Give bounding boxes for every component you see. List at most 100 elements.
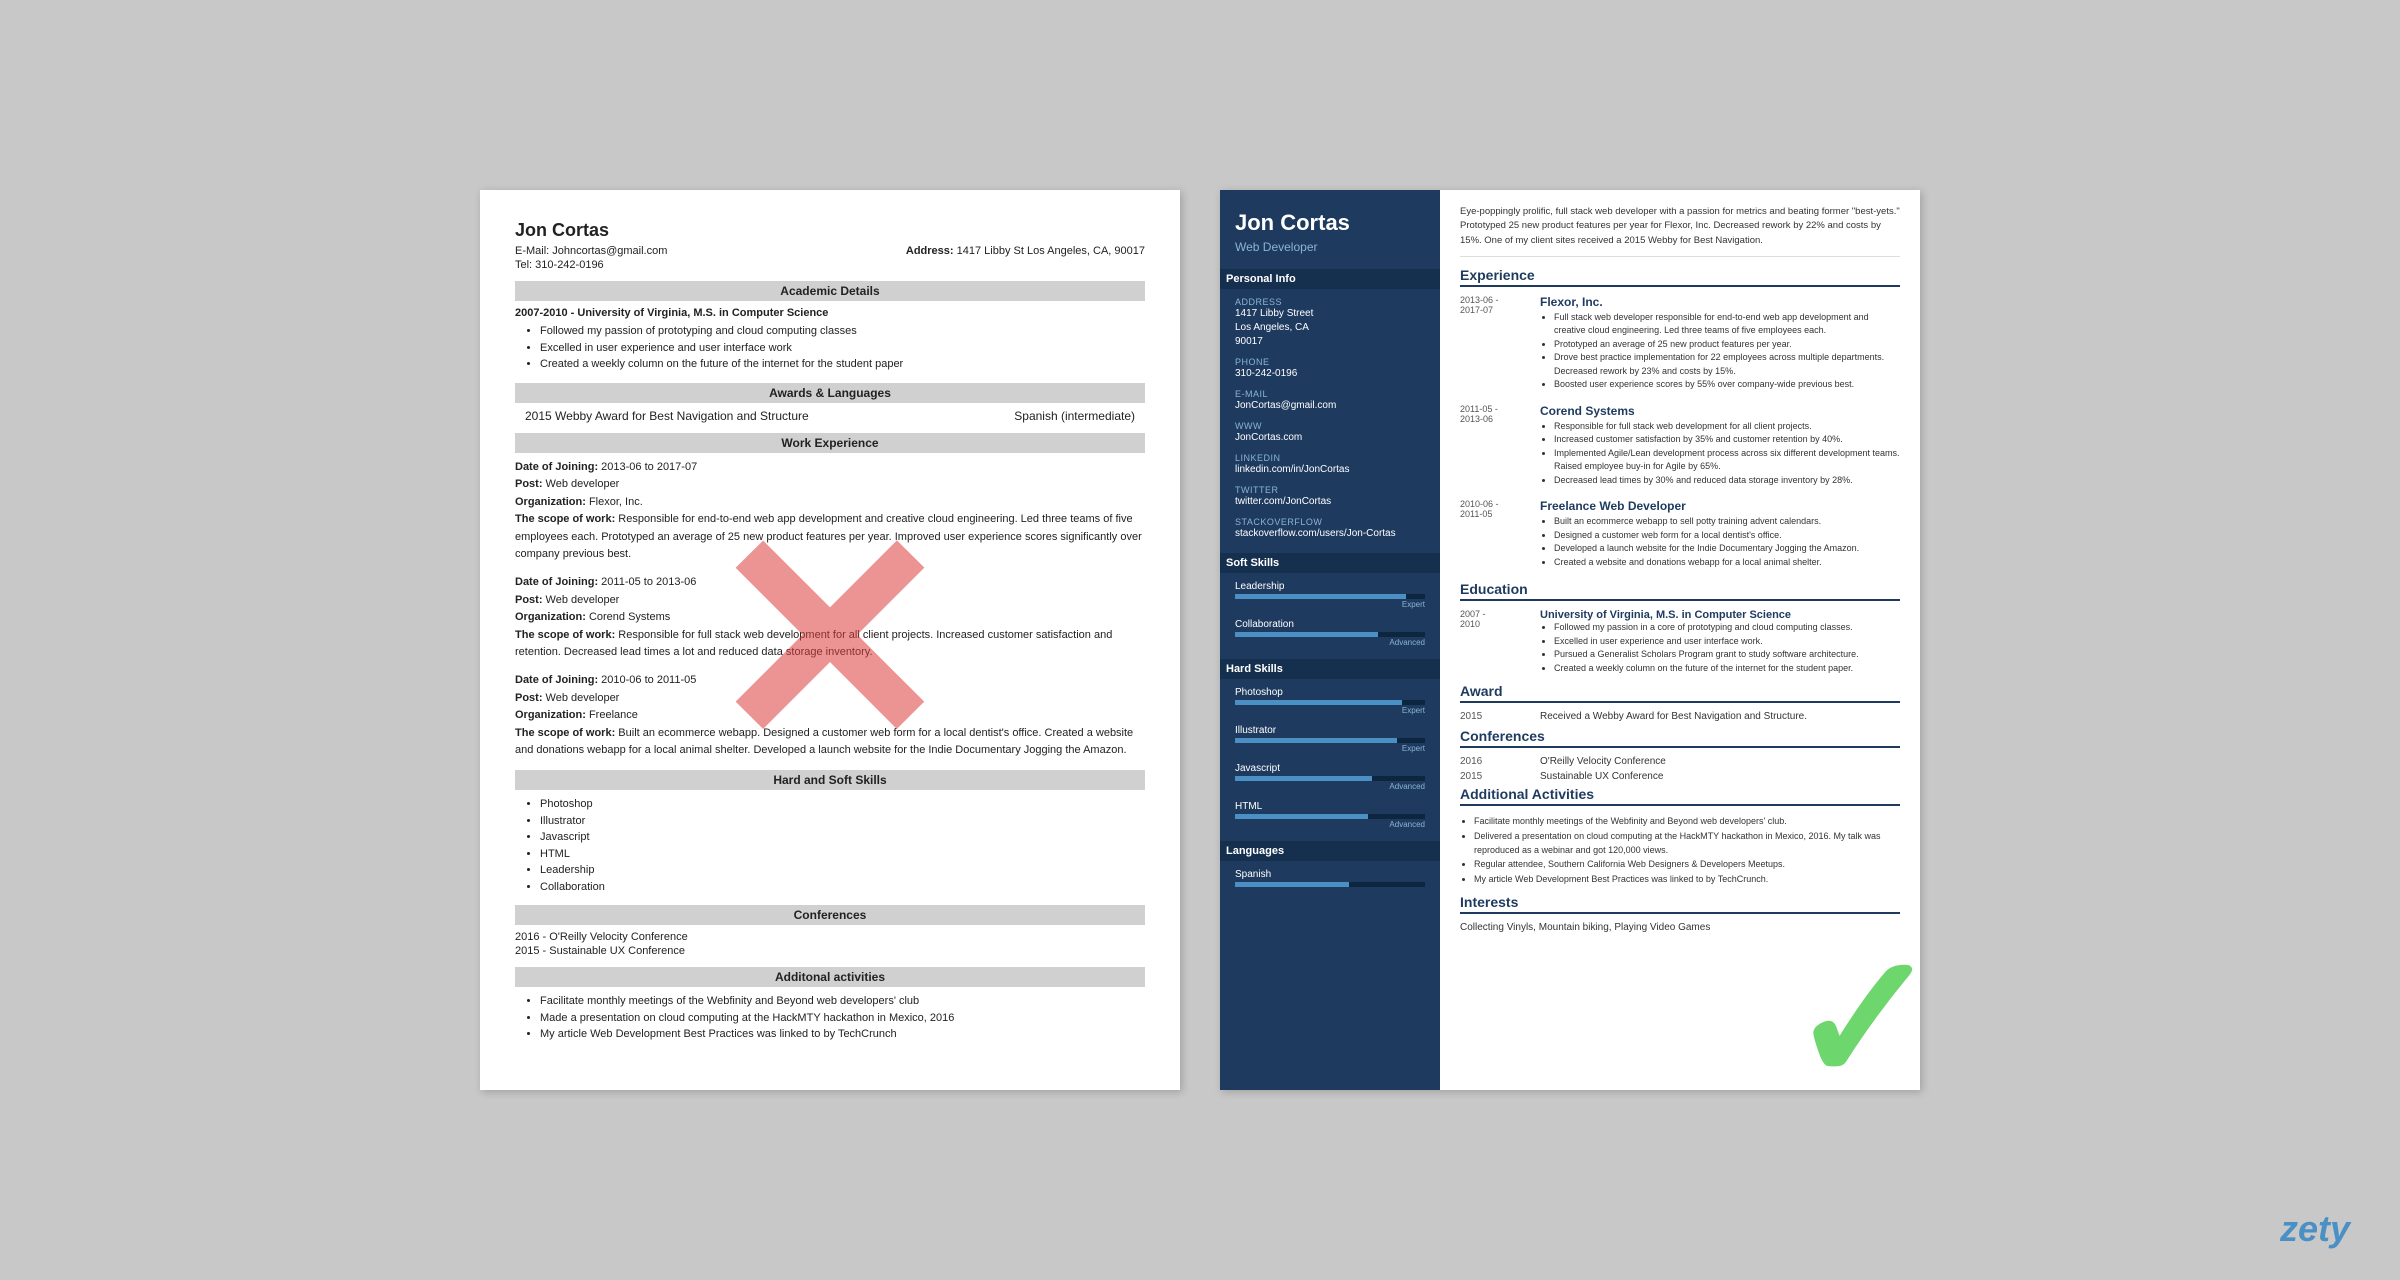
exp-2-bullets: Responsible for full stack web developme… [1540,420,1900,488]
exp-3-detail: Freelance Web Developer Built an ecommer… [1540,499,1859,569]
exp-2-b2: Increased customer satisfaction by 35% a… [1554,433,1900,447]
collaboration-level: Advanced [1235,638,1425,647]
education-title: Education [1460,581,1900,601]
collaboration-skill: Collaboration Advanced [1235,619,1425,647]
spanish-label: Spanish [1235,869,1425,880]
job-2-scope: The scope of work: Responsible for full … [515,627,1145,662]
resume-main-content: Eye-poppingly prolific, full stack web d… [1440,190,1920,1090]
activity-3: My article Web Development Best Practice… [540,1026,1145,1043]
job-2-post: Post: Web developer [515,592,1145,610]
html-bar-bg [1235,814,1425,819]
job-2-date: Date of Joining: 2011-05 to 2013-06 [515,574,1145,592]
skill-2: Illustrator [540,813,1145,830]
exp-1-b1: Full stack web developer responsible for… [1554,311,1900,338]
skills-header: Hard and Soft Skills [515,770,1145,790]
exp-3-b1: Built an ecommerce webapp to sell potty … [1554,515,1859,529]
edu-b1: Followed my passion in a core of prototy… [1554,621,1859,635]
edu-b2: Excelled in user experience and user int… [1554,635,1859,649]
activity-1: Facilitate monthly meetings of the Webfi… [540,993,1145,1010]
spanish-bar-fill [1235,882,1349,887]
skill-6: Collaboration [540,879,1145,896]
conf-entry-1: 2016 O'Reilly Velocity Conference [1460,756,1900,767]
exp-entry-2: 2011-05 -2013-06 Corend Systems Responsi… [1460,404,1900,488]
edu-entry-1: 2007 -2010 University of Virginia, M.S. … [1460,609,1900,675]
www-value: JonCortas.com [1235,431,1425,445]
address-field: Address 1417 Libby StreetLos Angeles, CA… [1235,297,1425,349]
summary-text: Eye-poppingly prolific, full stack web d… [1460,205,1900,257]
skill-3: Javascript [540,829,1145,846]
html-level: Advanced [1235,820,1425,829]
collaboration-bar-bg [1235,632,1425,637]
photoshop-level: Expert [1235,706,1425,715]
conf-1-year: 2016 [1460,756,1530,767]
email-field: E-mail JonCortas@gmail.com [1235,389,1425,413]
award-title: Award [1460,683,1900,703]
html-label: HTML [1235,801,1425,812]
html-bar-fill [1235,814,1368,819]
left-contact: E-Mail: Johncortas@gmail.com Address: 14… [515,245,1145,257]
job-1-org: Organization: Flexor, Inc. [515,494,1145,512]
exp-3-b3: Developed a launch website for the Indie… [1554,542,1859,556]
resume-sidebar: Jon Cortas Web Developer Personal Info A… [1220,190,1440,1090]
conf-1-name: O'Reilly Velocity Conference [1540,756,1666,767]
act-4: My article Web Development Best Practice… [1474,872,1900,886]
exp-1-detail: Flexor, Inc. Full stack web developer re… [1540,295,1900,392]
twitter-value: twitter.com/JonCortas [1235,495,1425,509]
email-value: JonCortas@gmail.com [1235,399,1425,413]
phone-value: 310-242-0196 [1235,367,1425,381]
language-text: Spanish (intermediate) [1014,409,1135,423]
academic-header: Academic Details [515,281,1145,301]
personal-info-title: Personal Info [1220,269,1440,289]
job-3-org: Organization: Freelance [515,707,1145,725]
exp-2-detail: Corend Systems Responsible for full stac… [1540,404,1900,488]
conf-2: 2015 - Sustainable UX Conference [515,945,1145,957]
conf-2-name: Sustainable UX Conference [1540,771,1663,782]
edu-1-detail: University of Virginia, M.S. in Computer… [1540,609,1859,675]
exp-2-b3: Implemented Agile/Lean development proce… [1554,447,1900,474]
job-3: Date of Joining: 2010-06 to 2011-05 Post… [515,672,1145,760]
zety-watermark: zety [2280,1208,2350,1250]
job-2: Date of Joining: 2011-05 to 2013-06 Post… [515,574,1145,662]
work-header: Work Experience [515,433,1145,453]
twitter-field: Twitter twitter.com/JonCortas [1235,485,1425,509]
exp-1-b2: Prototyped an average of 25 new product … [1554,338,1900,352]
exp-1-b4: Boosted user experience scores by 55% ov… [1554,378,1900,392]
address-value: 1417 Libby StreetLos Angeles, CA90017 [1235,307,1425,349]
right-name: Jon Cortas [1235,210,1425,236]
collaboration-bar-fill [1235,632,1378,637]
address-label: Address [1235,297,1425,307]
exp-3-b2: Designed a customer web form for a local… [1554,529,1859,543]
job-3-post: Post: Web developer [515,690,1145,708]
skill-4: HTML [540,846,1145,863]
exp-2-company: Corend Systems [1540,404,1900,418]
activities-header: Additonal activities [515,967,1145,987]
soft-skills-title: Soft Skills [1220,553,1440,573]
photoshop-label: Photoshop [1235,687,1425,698]
illustrator-level: Expert [1235,744,1425,753]
exp-entry-3: 2010-06 -2011-05 Freelance Web Developer… [1460,499,1900,569]
leadership-bar-fill [1235,594,1406,599]
award-text: 2015 Webby Award for Best Navigation and… [525,409,809,423]
academic-bullet-1: Followed my passion of prototyping and c… [540,323,1145,340]
photoshop-bar-fill [1235,700,1402,705]
phone-field: Phone 310-242-0196 [1235,357,1425,381]
left-tel: Tel: 310-242-0196 [515,259,1145,271]
javascript-bar-fill [1235,776,1372,781]
leadership-skill: Leadership Expert [1235,581,1425,609]
activities-title: Additional Activities [1460,786,1900,806]
awards-header: Awards & Languages [515,383,1145,403]
academic-bullet-3: Created a weekly column on the future of… [540,356,1145,373]
award-desc: Received a Webby Award for Best Navigati… [1540,711,1807,722]
exp-entry-1: 2013-06 -2017-07 Flexor, Inc. Full stack… [1460,295,1900,392]
linkedin-value: linkedin.com/in/JonCortas [1235,463,1425,477]
exp-2-date: 2011-05 -2013-06 [1460,404,1530,488]
stackoverflow-value: stackoverflow.com/users/Jon-Cortas [1235,527,1425,541]
awards-row: 2015 Webby Award for Best Navigation and… [515,409,1145,423]
html-skill: HTML Advanced [1235,801,1425,829]
photoshop-skill: Photoshop Expert [1235,687,1425,715]
award-entry: 2015 Received a Webby Award for Best Nav… [1460,711,1900,722]
illustrator-bar-fill [1235,738,1397,743]
exp-3-b4: Created a website and donations webapp f… [1554,556,1859,570]
javascript-bar-bg [1235,776,1425,781]
academic-entry: 2007-2010 - University of Virginia, M.S.… [515,307,1145,319]
